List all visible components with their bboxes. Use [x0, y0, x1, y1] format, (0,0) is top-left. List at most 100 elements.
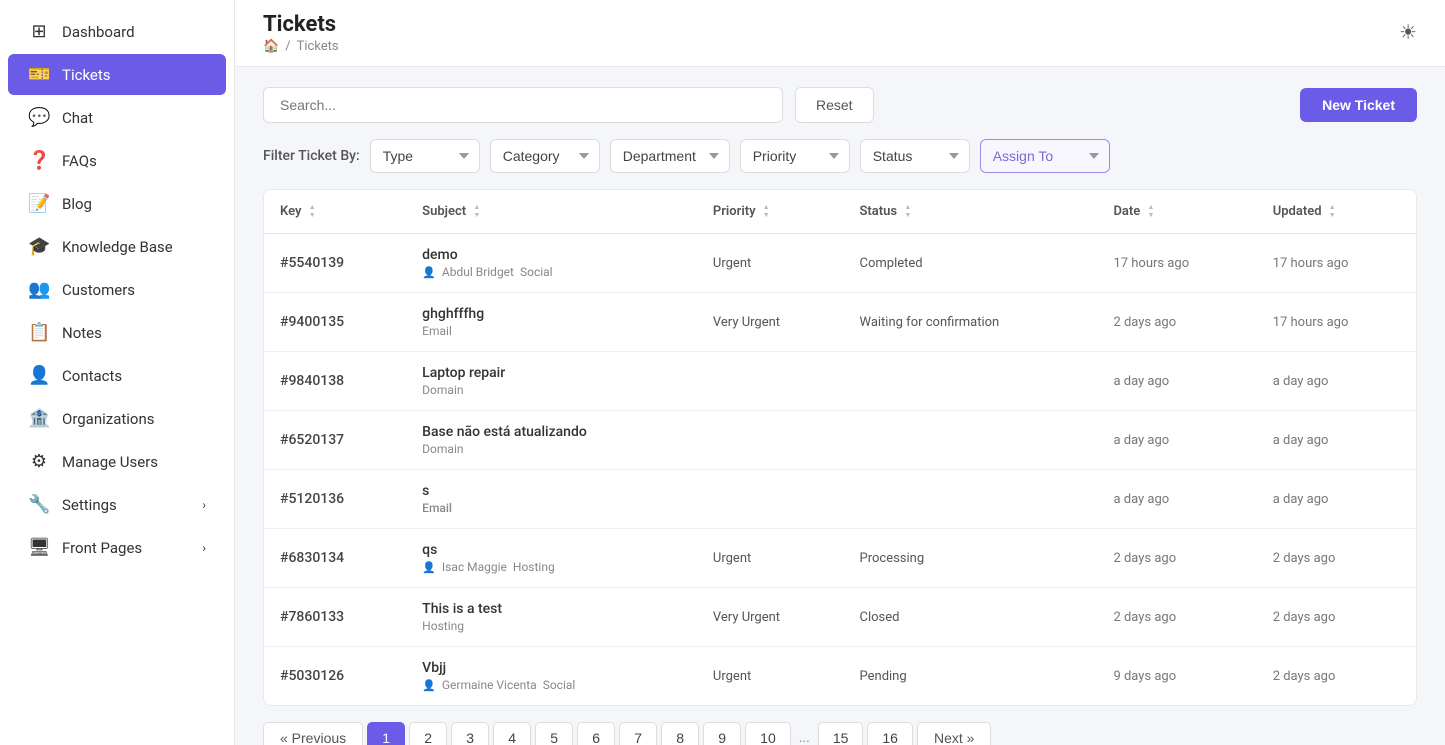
table-row[interactable]: #5120136 s Email a day ago a day ago [264, 470, 1416, 529]
table-row[interactable]: #9400135 ghghfffhg Email Very Urgent Wai… [264, 293, 1416, 352]
sidebar-item-blog[interactable]: 📝 Blog [8, 183, 226, 224]
chevron-icon: › [202, 541, 206, 555]
toolbar: Reset New Ticket [263, 87, 1417, 123]
sidebar-item-settings[interactable]: 🔧 Settings › [8, 484, 226, 525]
pagination-dots: ... [795, 723, 814, 745]
reset-button[interactable]: Reset [795, 87, 874, 123]
user-icon: 👤 [422, 561, 436, 574]
page-7-button[interactable]: 7 [619, 722, 657, 745]
page-9-button[interactable]: 9 [703, 722, 741, 745]
subject-user: Abdul Bridget [442, 265, 514, 279]
ticket-date: a day ago [1097, 470, 1256, 529]
table-row[interactable]: #6830134 qs 👤Isac Maggie Hosting Urgent … [264, 529, 1416, 588]
ticket-status [844, 411, 1098, 470]
sidebar-item-notes[interactable]: 📋 Notes [8, 312, 226, 353]
page-4-button[interactable]: 4 [493, 722, 531, 745]
subject-user: Germaine Vicenta [442, 678, 537, 692]
search-input[interactable] [263, 87, 783, 123]
ticket-subject: Laptop repair [422, 365, 681, 381]
page-6-button[interactable]: 6 [577, 722, 615, 745]
ticket-priority [697, 411, 844, 470]
subject-tag: Email [422, 324, 452, 338]
dashboard-icon: ⊞ [28, 21, 50, 42]
ticket-subject-cell: Vbjj 👤Germaine Vicenta Social [406, 647, 697, 706]
ticket-subject-cell: demo 👤Abdul Bridget Social [406, 234, 697, 293]
ticket-key: #5030126 [264, 647, 406, 706]
ticket-priority [697, 352, 844, 411]
filter-assign-to-select[interactable]: Assign To [980, 139, 1110, 173]
subject-tag: Social [520, 265, 553, 279]
subject-tag: Email [422, 501, 452, 515]
next-button[interactable]: Next » [917, 722, 991, 745]
organizations-icon: 🏦 [28, 408, 50, 429]
sidebar-item-dashboard[interactable]: ⊞ Dashboard [8, 11, 226, 52]
ticket-updated: a day ago [1257, 470, 1416, 529]
ticket-updated: 17 hours ago [1257, 234, 1416, 293]
sidebar-item-contacts[interactable]: 👤 Contacts [8, 355, 226, 396]
new-ticket-button[interactable]: New Ticket [1300, 88, 1417, 122]
subject-user: Isac Maggie [442, 560, 507, 574]
page-10-button[interactable]: 10 [745, 722, 791, 745]
ticket-date: a day ago [1097, 352, 1256, 411]
sidebar-item-manage-users[interactable]: ⚙ Manage Users [8, 441, 226, 482]
page-15-button[interactable]: 15 [818, 722, 864, 745]
page-2-button[interactable]: 2 [409, 722, 447, 745]
sidebar-item-label: Blog [62, 195, 92, 213]
table-row[interactable]: #5030126 Vbjj 👤Germaine Vicenta Social U… [264, 647, 1416, 706]
ticket-date: 2 days ago [1097, 293, 1256, 352]
previous-button[interactable]: « Previous [263, 722, 363, 745]
ticket-date: 2 days ago [1097, 529, 1256, 588]
filter-status-select[interactable]: Status [860, 139, 970, 173]
sidebar-item-tickets[interactable]: 🎫 Tickets [8, 54, 226, 95]
page-8-button[interactable]: 8 [661, 722, 699, 745]
page-16-button[interactable]: 16 [867, 722, 913, 745]
filter-priority-select[interactable]: Priority [740, 139, 850, 173]
page-5-button[interactable]: 5 [535, 722, 573, 745]
filter-type-select[interactable]: Type [370, 139, 480, 173]
contacts-icon: 👤 [28, 365, 50, 386]
ticket-updated: 17 hours ago [1257, 293, 1416, 352]
pagination: « Previous12345678910...1516Next » [263, 706, 1417, 745]
filter-department-select[interactable]: Department [610, 139, 730, 173]
sidebar-item-chat[interactable]: 💬 Chat [8, 97, 226, 138]
sidebar-item-label: Manage Users [62, 453, 158, 471]
table-row[interactable]: #9840138 Laptop repair Domain a day ago … [264, 352, 1416, 411]
table-row[interactable]: #5540139 demo 👤Abdul Bridget Social Urge… [264, 234, 1416, 293]
ticket-status [844, 470, 1098, 529]
breadcrumb: 🏠 / Tickets [263, 39, 1417, 54]
filter-category-select[interactable]: Category [490, 139, 600, 173]
col-status: Status ▲▼ [844, 190, 1098, 234]
main-content: Tickets 🏠 / Tickets ☀ Reset New Ticket F… [235, 0, 1445, 745]
ticket-status: Closed [844, 588, 1098, 647]
sidebar-item-label: Notes [62, 324, 102, 342]
sidebar-item-faqs[interactable]: ❓ FAQs [8, 140, 226, 181]
ticket-subject-cell: s Email [406, 470, 697, 529]
ticket-subject: This is a test [422, 601, 681, 617]
sidebar-item-label: Knowledge Base [62, 238, 173, 256]
ticket-key: #5120136 [264, 470, 406, 529]
page-1-button[interactable]: 1 [367, 722, 405, 745]
sidebar-item-label: Front Pages [62, 539, 142, 557]
sidebar: ⊞ Dashboard 🎫 Tickets 💬 Chat ❓ FAQs 📝 Bl… [0, 0, 235, 745]
table-row[interactable]: #6520137 Base não está atualizando Domai… [264, 411, 1416, 470]
theme-toggle-icon[interactable]: ☀ [1399, 20, 1417, 44]
sidebar-item-customers[interactable]: 👥 Customers [8, 269, 226, 310]
sidebar-item-knowledge-base[interactable]: 🎓 Knowledge Base [8, 226, 226, 267]
header-right: ☀ [1399, 20, 1417, 44]
user-icon: 👤 [422, 679, 436, 692]
sidebar-item-organizations[interactable]: 🏦 Organizations [8, 398, 226, 439]
subject-tag: Hosting [422, 619, 464, 633]
ticket-subject-cell: ghghfffhg Email [406, 293, 697, 352]
ticket-priority: Very Urgent [697, 588, 844, 647]
ticket-subject-cell: qs 👤 Isac Maggie Hosting [406, 529, 697, 588]
sidebar-item-front-pages[interactable]: 🖥 Front Pages › [8, 527, 226, 568]
ticket-subject-cell: This is a test Hosting [406, 588, 697, 647]
ticket-subject: qs [422, 542, 681, 558]
col-priority: Priority ▲▼ [697, 190, 844, 234]
subject-tag: Hosting [513, 560, 555, 574]
chat-icon: 💬 [28, 107, 50, 128]
table-row[interactable]: #7860133 This is a test Hosting Very Urg… [264, 588, 1416, 647]
page-3-button[interactable]: 3 [451, 722, 489, 745]
ticket-key: #5540139 [264, 234, 406, 293]
ticket-status [844, 352, 1098, 411]
